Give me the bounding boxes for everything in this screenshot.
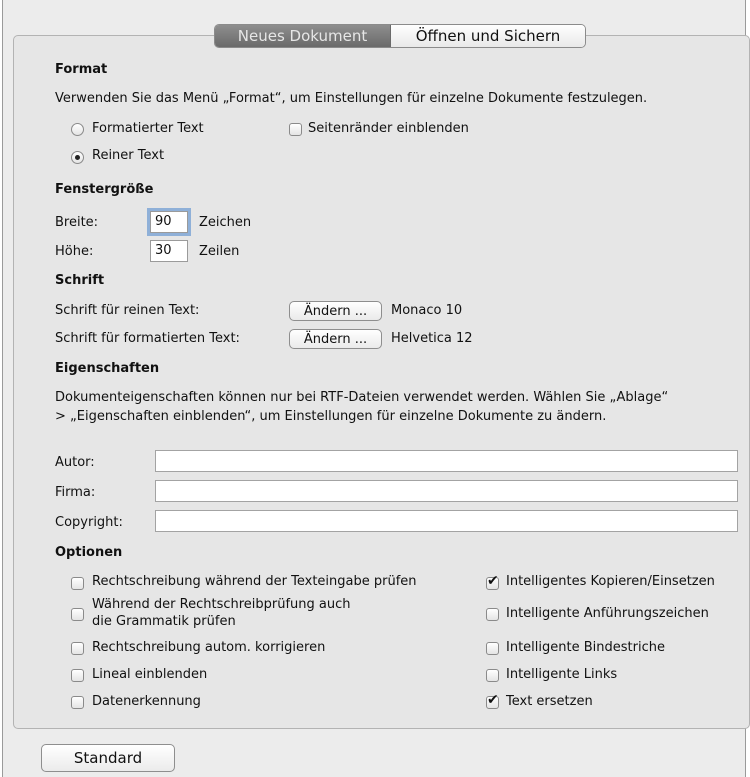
- show-margins-label: Seitenränder einblenden: [308, 121, 469, 136]
- properties-description-line2: > „Eigenschaften einblenden“, um Einstel…: [55, 409, 607, 424]
- smart-links-label: Intelligente Links: [506, 667, 618, 682]
- author-field[interactable]: [155, 450, 738, 472]
- width-input[interactable]: 90: [147, 208, 191, 236]
- company-label: Firma:: [55, 485, 96, 500]
- company-field[interactable]: [155, 480, 738, 502]
- data-detectors-checkbox[interactable]: [71, 696, 84, 709]
- window-size-header: Fenstergröße: [55, 182, 154, 197]
- text-replacement-label: Text ersetzen: [506, 694, 593, 709]
- auto-correct-checkbox[interactable]: [71, 642, 84, 655]
- auto-correct-label: Rechtschreibung autom. korrigieren: [92, 640, 326, 655]
- show-margins-checkbox[interactable]: [289, 123, 302, 136]
- show-ruler-checkbox[interactable]: [71, 669, 84, 682]
- smart-links-checkbox[interactable]: [486, 669, 499, 682]
- properties-description-line1: Dokumenteigenschaften können nur bei RTF…: [55, 390, 669, 405]
- plain-font-label: Schrift für reinen Text:: [55, 303, 200, 318]
- check-grammar-label-line2: die Grammatik prüfen: [92, 614, 236, 629]
- change-plain-font-button[interactable]: Ändern ...: [289, 301, 382, 321]
- radio-formatted-text[interactable]: [71, 123, 84, 136]
- width-unit: Zeichen: [199, 215, 252, 230]
- format-description: Verwenden Sie das Menü „Format“, um Eins…: [55, 91, 648, 106]
- height-label: Höhe:: [55, 244, 94, 259]
- data-detectors-label: Datenerkennung: [92, 694, 201, 709]
- show-ruler-label: Lineal einblenden: [92, 667, 208, 682]
- plain-font-value: Monaco 10: [391, 303, 463, 318]
- copyright-label: Copyright:: [55, 515, 123, 530]
- smart-dashes-label: Intelligente Bindestriche: [506, 640, 665, 655]
- rich-font-value: Helvetica 12: [391, 331, 473, 346]
- height-unit: Zeilen: [199, 244, 240, 259]
- check-spelling-checkbox[interactable]: [71, 577, 84, 590]
- smart-copy-paste-checkbox[interactable]: [486, 576, 499, 590]
- text-replacement-checkbox[interactable]: [486, 695, 499, 709]
- rich-font-label: Schrift für formatierten Text:: [55, 331, 240, 346]
- author-label: Autor:: [55, 455, 95, 470]
- format-header: Format: [55, 62, 108, 77]
- properties-header: Eigenschaften: [55, 361, 160, 376]
- check-spelling-label: Rechtschreibung während der Texteingabe …: [92, 574, 417, 589]
- change-rich-font-button[interactable]: Ändern ...: [289, 329, 382, 349]
- smart-copy-paste-label: Intelligentes Kopieren/Einsetzen: [506, 574, 715, 589]
- smart-quotes-checkbox[interactable]: [486, 608, 499, 621]
- check-grammar-label-line1: Während der Rechtschreibprüfung auch: [92, 597, 351, 612]
- preferences-window: Neues Dokument Öffnen und Sichern Format…: [2, 0, 750, 777]
- restore-defaults-button[interactable]: Standard: [41, 744, 175, 772]
- smart-quotes-label: Intelligente Anführungszeichen: [506, 606, 709, 621]
- radio-plain-text-label: Reiner Text: [92, 148, 165, 163]
- font-header: Schrift: [55, 273, 105, 288]
- tab-bar: Neues Dokument Öffnen und Sichern: [214, 24, 586, 48]
- copyright-field[interactable]: [155, 510, 738, 532]
- tab-open-and-save[interactable]: Öffnen und Sichern: [391, 25, 585, 47]
- height-input[interactable]: 30: [150, 240, 188, 262]
- radio-formatted-text-label: Formatierter Text: [92, 121, 204, 136]
- smart-dashes-checkbox[interactable]: [486, 642, 499, 655]
- options-header: Optionen: [55, 545, 123, 560]
- check-grammar-checkbox[interactable]: [71, 608, 84, 621]
- width-label: Breite:: [55, 215, 99, 230]
- tab-new-document[interactable]: Neues Dokument: [215, 25, 391, 47]
- radio-plain-text[interactable]: [71, 151, 84, 164]
